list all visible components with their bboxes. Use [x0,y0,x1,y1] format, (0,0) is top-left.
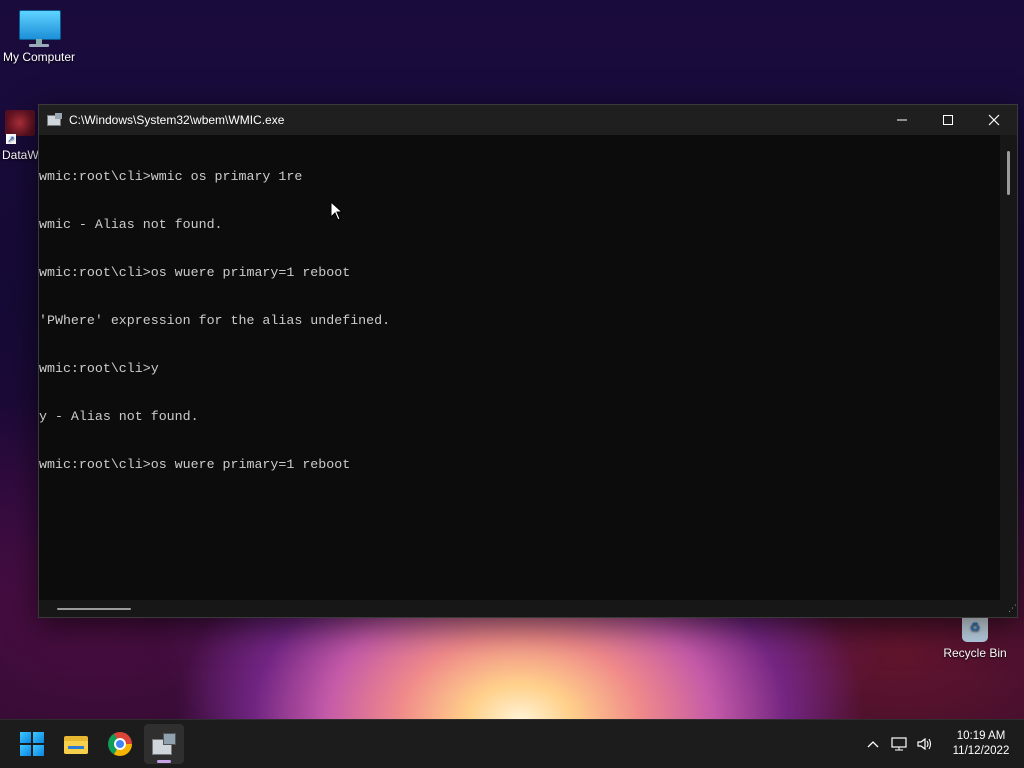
window-title: C:\Windows\System32\wbem\WMIC.exe [69,113,285,127]
maximize-icon [943,115,953,125]
dataw-shortcut-icon: ↗ [5,110,35,146]
taskbar: 10:19 AM 11/12/2022 [0,719,1024,768]
vertical-scrollbar[interactable] [1000,135,1017,600]
wmic-app-icon [47,113,63,127]
windows-logo-icon [20,732,44,756]
maximize-button[interactable] [925,105,971,135]
window-titlebar[interactable]: C:\Windows\System32\wbem\WMIC.exe [39,105,1017,135]
close-button[interactable] [971,105,1017,135]
taskbar-clock[interactable]: 10:19 AM 11/12/2022 [946,729,1016,759]
desktop-icon-my-computer[interactable]: My Computer [0,10,81,64]
minimize-icon [897,119,907,121]
horizontal-scrollbar-thumb[interactable] [57,608,131,610]
taskbar-file-explorer[interactable] [56,724,96,764]
minimize-button[interactable] [879,105,925,135]
system-tray: 10:19 AM 11/12/2022 [860,720,1024,768]
clock-date: 11/12/2022 [952,745,1010,757]
console-line: wmic:root\cli>y [39,361,159,376]
clock-time: 10:19 AM [956,730,1006,742]
folder-icon [64,734,88,754]
volume-icon[interactable] [912,731,938,757]
start-button[interactable] [12,724,52,764]
network-icon[interactable] [886,731,912,757]
chrome-icon [108,732,132,756]
taskbar-chrome[interactable] [100,724,140,764]
console-output[interactable]: wmic:root\cli>wmic os primary 1re wmic -… [39,135,1000,600]
console-line: wmic:root\cli>os wuere primary=1 reboot [39,457,351,472]
vertical-scrollbar-thumb[interactable] [1007,151,1010,195]
console-line: wmic:root\cli>wmic os primary 1re [39,169,303,184]
console-line: wmic:root\cli>os wuere primary=1 reboot [39,265,351,280]
close-icon [988,114,1000,126]
desktop-icon-label: My Computer [2,50,76,64]
console-line: wmic - Alias not found. [39,217,223,232]
desktop-icon-label: Recycle Bin [943,646,1007,660]
horizontal-scrollbar[interactable] [39,600,1000,617]
console-line: y - Alias not found. [39,409,199,424]
mouse-cursor-icon [330,201,344,221]
my-computer-icon [18,10,61,48]
taskbar-wmic[interactable] [144,724,184,764]
show-hidden-icons-chevron-icon[interactable] [860,731,886,757]
console-line: 'PWhere' expression for the alias undefi… [39,313,391,328]
wmic-console-window[interactable]: C:\Windows\System32\wbem\WMIC.exe wmic:r… [38,104,1018,618]
wmic-taskbar-icon [152,733,176,755]
resize-grip-icon[interactable]: ⋰ [1000,600,1017,617]
